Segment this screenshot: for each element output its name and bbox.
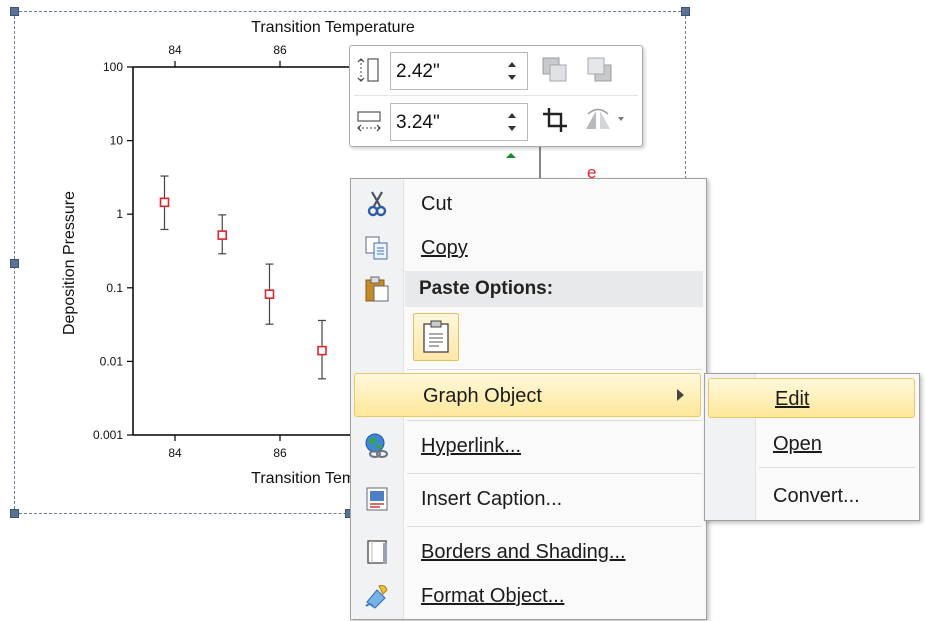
resize-handle-top-right[interactable]: [681, 7, 690, 16]
menu-item-label: Copy: [421, 237, 468, 259]
menu-item-borders-and-shading[interactable]: Borders and Shading...: [353, 530, 702, 574]
menu-item-copy[interactable]: Copy: [353, 226, 702, 270]
menu-item-cut[interactable]: Cut: [353, 182, 702, 226]
resize-handle-bottom-left[interactable]: [10, 509, 19, 518]
y-axis-label: Deposition Pressure: [61, 191, 78, 335]
width-row: 3.24": [350, 99, 642, 143]
menu-item-label: Graph Object: [423, 385, 542, 407]
menu-separator: [407, 420, 702, 421]
data-point: [159, 197, 170, 208]
x-tick-label: 84: [168, 446, 182, 460]
submenu-item-label: Convert...: [773, 485, 860, 507]
menu-item-label: Cut: [421, 193, 453, 215]
submenu-item-open[interactable]: Open: [707, 424, 915, 464]
hidden-green-marker: [506, 153, 516, 158]
data-point: [217, 230, 228, 240]
shape-width-icon: [357, 111, 381, 132]
crop-icon[interactable]: [540, 105, 570, 135]
scissors-icon: [367, 191, 387, 217]
menu-item-label: Borders and Shading...: [421, 541, 626, 563]
submenu-arrow-icon: [677, 389, 684, 401]
y-tick-label: 0.01: [100, 354, 124, 368]
mini-toolbar: 2.42" 3.24": [349, 45, 643, 147]
paste-options-label: Paste Options:: [419, 278, 554, 299]
submenu-item-convert[interactable]: Convert...: [707, 476, 915, 516]
menu-item-insert-caption[interactable]: Insert Caption...: [353, 477, 702, 521]
paste-clipboard-icon: [423, 320, 449, 353]
hyperlink-globe-icon: [365, 433, 388, 458]
shape-height-value: 2.42": [396, 61, 440, 82]
shape-height-input[interactable]: 2.42": [390, 52, 528, 90]
menu-separator: [407, 369, 702, 370]
format-object-icon: [365, 585, 388, 609]
menu-separator: [759, 467, 915, 468]
y-tick-label: 0.1: [106, 281, 123, 295]
menu-separator: [407, 473, 702, 474]
top-x-tick-label: 84: [168, 43, 182, 57]
toolbar-divider: [354, 95, 638, 96]
menu-item-label: Insert Caption...: [421, 488, 563, 510]
menu-item-label: Hyperlink...: [421, 435, 522, 457]
shape-width-value: 3.24": [396, 112, 440, 133]
data-point: [317, 345, 327, 356]
copy-icon: [365, 236, 388, 260]
shape-width-input[interactable]: 3.24": [390, 103, 528, 141]
resize-handle-top-left[interactable]: [10, 7, 19, 16]
send-backward-icon[interactable]: [585, 55, 615, 85]
menu-separator: [407, 526, 702, 527]
context-menu: Cut Copy Paste Options: Graph Object Hyp…: [350, 178, 707, 620]
spin-arrows-icon[interactable]: [507, 110, 517, 134]
graph-object-submenu: Edit Open Convert...: [704, 373, 920, 521]
borders-and-shading-icon: [367, 540, 387, 564]
insert-caption-icon: [366, 487, 388, 511]
paste-options-header: Paste Options:: [405, 271, 703, 307]
y-tick-label: 1: [116, 207, 123, 221]
menu-item-graph-object[interactable]: Graph Object: [354, 373, 701, 417]
clipboard-icon: [365, 276, 389, 302]
paste-keep-source-button[interactable]: [413, 313, 459, 361]
rotate-icon[interactable]: [582, 105, 630, 135]
height-row: 2.42": [350, 48, 642, 92]
submenu-item-label: Open: [773, 433, 822, 455]
data-point: [264, 289, 275, 299]
resize-handle-middle-left[interactable]: [10, 259, 19, 268]
spin-arrows-icon[interactable]: [507, 59, 517, 83]
x-tick-label: 86: [273, 446, 287, 460]
shape-height-icon: [357, 58, 379, 82]
menu-item-hyperlink[interactable]: Hyperlink...: [353, 424, 702, 468]
submenu-item-label: Edit: [775, 388, 810, 410]
y-tick-label: 10: [110, 134, 124, 148]
top-x-tick-label: 86: [273, 43, 287, 57]
y-tick-label: 100: [103, 60, 123, 74]
y-tick-label: 0.001: [93, 428, 123, 442]
submenu-item-edit[interactable]: Edit: [708, 378, 915, 418]
menu-item-label: Format Object...: [421, 585, 565, 607]
chart-title: Transition Temperature: [251, 19, 415, 36]
menu-item-format-object[interactable]: Format Object...: [353, 574, 702, 618]
bring-forward-icon[interactable]: [540, 55, 570, 85]
